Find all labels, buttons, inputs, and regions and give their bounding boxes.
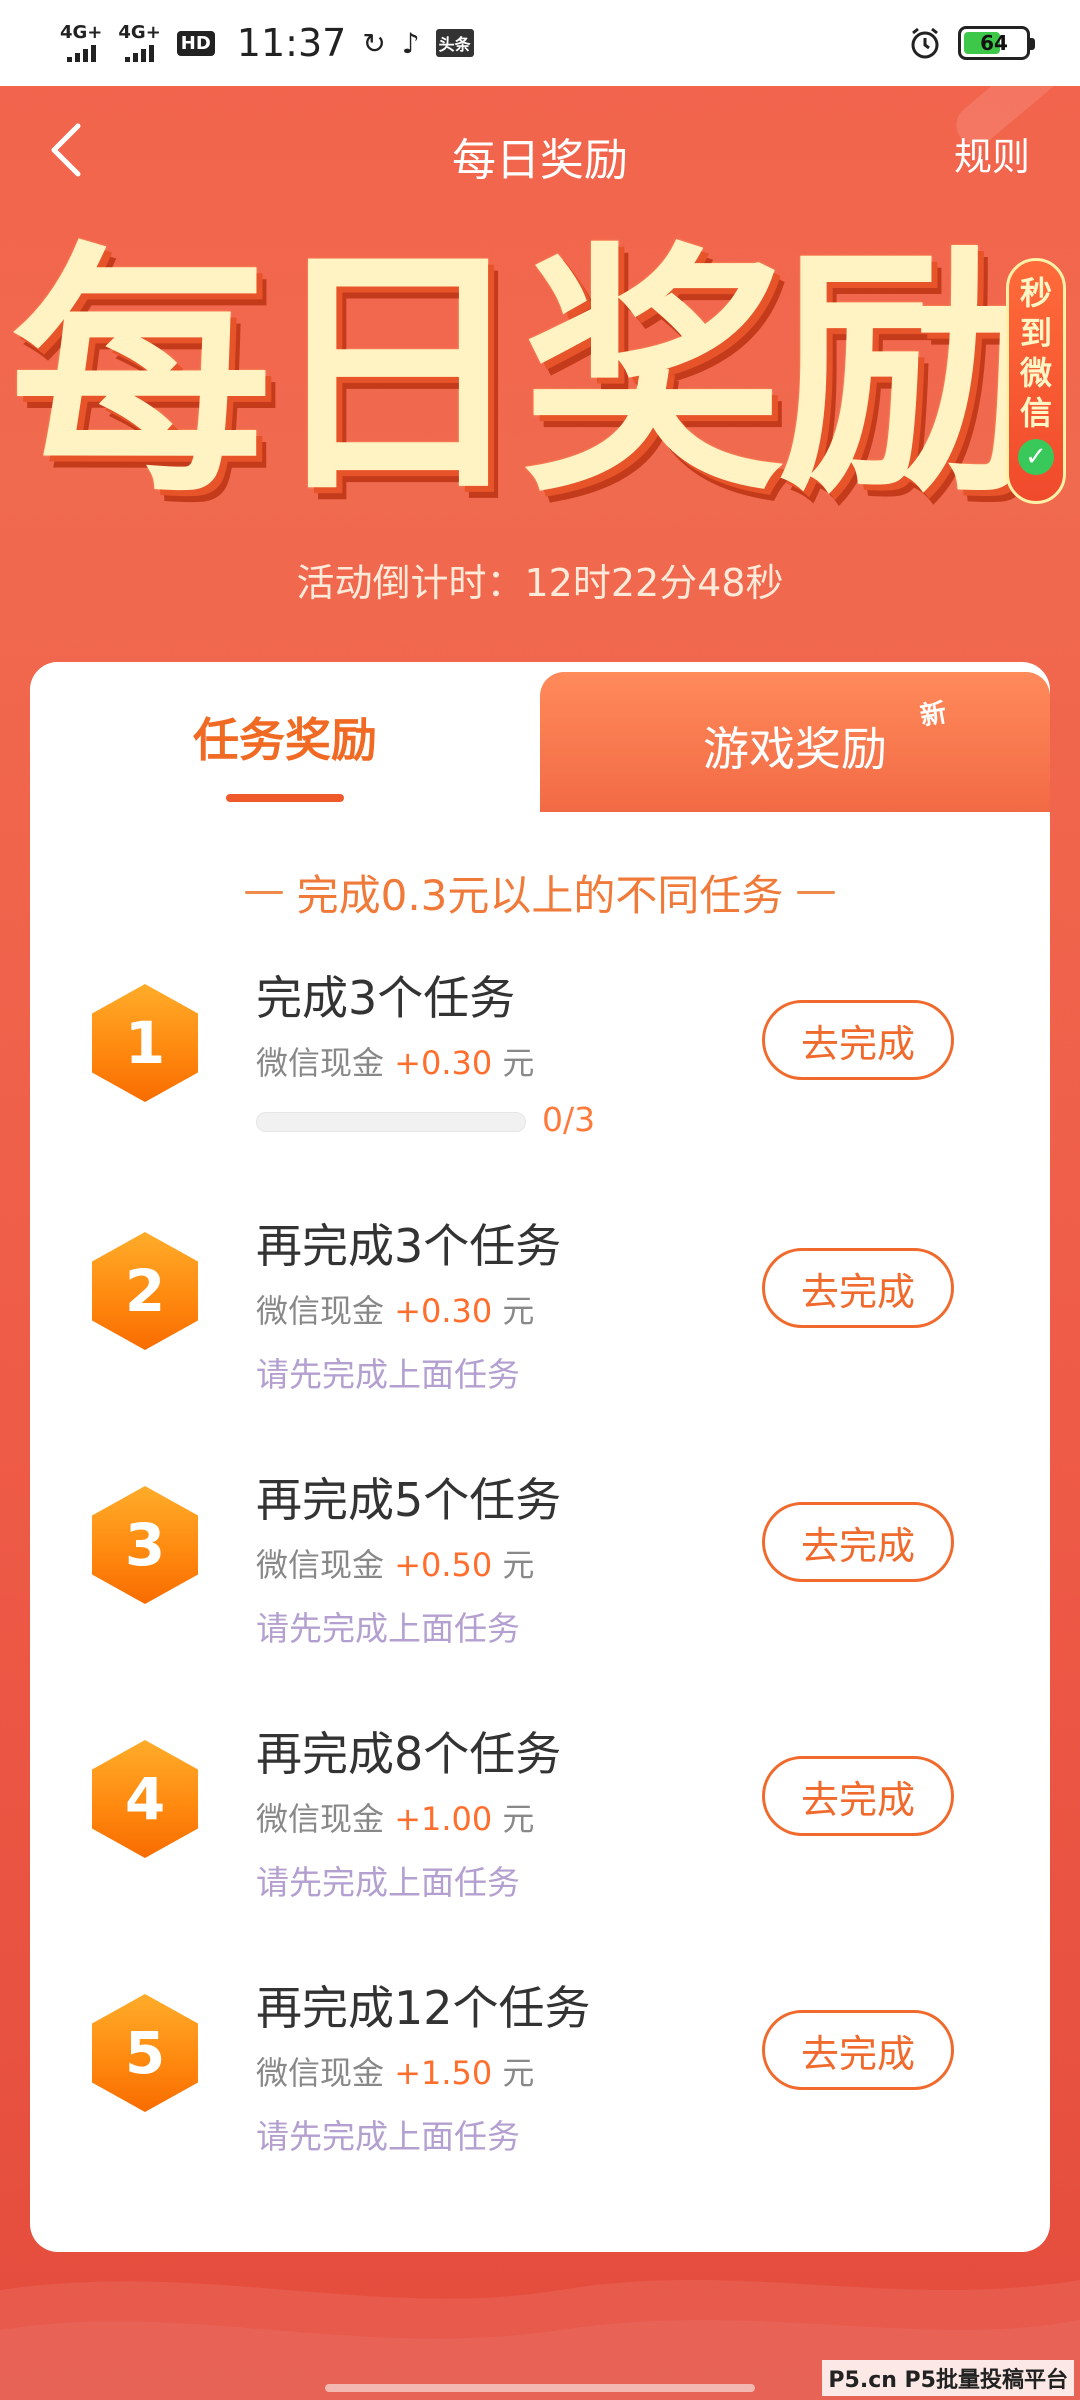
wechat-seal-badge: 秒 到 微 信 ✓ [1006, 258, 1066, 504]
task-reward: 微信现金 +0.30 元 [256, 1038, 534, 1084]
reward-label: 微信现金 [256, 1800, 385, 1838]
seal-char: 到 [1019, 314, 1052, 352]
new-badge: 新 [918, 697, 949, 732]
seal-char: 微 [1019, 354, 1052, 392]
subtitle-text: 完成0.3元以上的不同任务 [296, 871, 784, 920]
page-title: 每日奖励 [452, 135, 628, 186]
hexagon-number-icon: 1 [92, 984, 198, 1102]
task-title: 再完成5个任务 [256, 1473, 562, 1527]
divider [244, 891, 283, 894]
reward-label: 微信现金 [256, 2054, 385, 2092]
reward-amount: +0.50 [394, 1546, 493, 1584]
hexagon-number-icon: 3 [92, 1486, 198, 1604]
reward-amount: +1.00 [394, 1800, 493, 1838]
go-complete-button[interactable]: 去完成 [762, 1000, 954, 1080]
reward-label: 微信现金 [256, 1546, 385, 1584]
reward-unit: 元 [502, 1044, 535, 1082]
reward-card: 游戏奖励 新 任务奖励 完成0.3元以上的不同任务 1 完成3个任务 微信现金 … [30, 662, 1050, 2252]
go-complete-button[interactable]: 去完成 [762, 2010, 954, 2090]
task-title: 完成3个任务 [256, 971, 516, 1025]
task-reward: 微信现金 +0.30 元 [256, 1286, 534, 1332]
signal-2-icon: 4G+ [118, 22, 161, 62]
go-complete-button[interactable]: 去完成 [762, 1756, 954, 1836]
check-icon: ✓ [1018, 439, 1054, 475]
battery-icon: 64 [958, 26, 1035, 60]
seal-char: 秒 [1019, 274, 1052, 312]
task-number: 5 [124, 2019, 166, 2087]
task-item-5: 5 再完成12个任务 微信现金 +1.50 元 请先完成上面任务 去完成 [30, 1964, 1050, 2174]
task-hint: 请先完成上面任务 [256, 1609, 520, 1648]
task-reward: 微信现金 +1.00 元 [256, 1794, 534, 1840]
task-item-2: 2 再完成3个任务 微信现金 +0.30 元 请先完成上面任务 去完成 [30, 1202, 1050, 1412]
status-right: 64 [908, 26, 1035, 60]
sync-icon: ↻ [362, 26, 386, 60]
reward-unit: 元 [502, 1800, 535, 1838]
tab-task-rewards[interactable]: 任务奖励 [30, 662, 540, 812]
alarm-icon [911, 27, 939, 59]
task-reward: 微信现金 +1.50 元 [256, 2048, 534, 2094]
countdown-timer: 活动倒计时：12时22分48秒 [296, 561, 784, 605]
task-title: 再完成3个任务 [256, 1219, 562, 1273]
reward-label: 微信现金 [256, 1044, 385, 1082]
task-item-3: 3 再完成5个任务 微信现金 +0.50 元 请先完成上面任务 去完成 [30, 1456, 1050, 1666]
tiktok-icon: ♪ [401, 26, 420, 60]
tab-label: 游戏奖励 [703, 722, 887, 776]
task-number: 3 [124, 1511, 166, 1579]
toutiao-icon: 头条 [435, 29, 474, 57]
seal-char: 信 [1019, 394, 1052, 432]
reward-amount: +0.30 [394, 1292, 493, 1330]
task-item-1: 1 完成3个任务 微信现金 +0.30 元 0/3 去完成 [30, 954, 1050, 1164]
task-reward: 微信现金 +0.50 元 [256, 1540, 534, 1586]
tab-game-rewards[interactable]: 游戏奖励 新 [540, 672, 1050, 812]
home-indicator[interactable] [325, 2384, 755, 2392]
task-number: 2 [124, 1257, 166, 1325]
signal-1-icon: 4G+ [60, 24, 102, 62]
task-item-4: 4 再完成8个任务 微信现金 +1.00 元 请先完成上面任务 去完成 [30, 1710, 1050, 1920]
task-hint: 请先完成上面任务 [256, 1355, 520, 1394]
reward-unit: 元 [502, 2054, 535, 2092]
task-title: 再完成8个任务 [256, 1727, 562, 1781]
hexagon-number-icon: 2 [92, 1232, 198, 1350]
task-hint: 请先完成上面任务 [256, 2117, 520, 2156]
header: 每日奖励 规则 [0, 86, 1080, 216]
network-type-1: 4G+ [60, 22, 103, 43]
tab-label: 任务奖励 [193, 713, 377, 767]
clock: 11:37 [236, 21, 347, 65]
watermark: P5.cn P5批量投稿平台 [822, 2360, 1074, 2396]
active-tab-indicator [226, 794, 344, 802]
reward-unit: 元 [502, 1292, 535, 1330]
hd-badge: HD [176, 30, 215, 56]
task-title: 再完成12个任务 [256, 1981, 591, 2035]
go-complete-button[interactable]: 去完成 [762, 1248, 954, 1328]
hexagon-number-icon: 5 [92, 1994, 198, 2112]
status-left: 4G+ 4G+ HD 11:37 ↻ ♪ 头条 [60, 21, 474, 65]
network-type-2: 4G+ [118, 22, 161, 43]
go-complete-button[interactable]: 去完成 [762, 1502, 954, 1582]
divider [797, 891, 836, 894]
reward-unit: 元 [502, 1546, 535, 1584]
status-bar: 4G+ 4G+ HD 11:37 ↻ ♪ 头条 64 [0, 0, 1080, 86]
hero-title: 每日奖励 [10, 222, 1040, 527]
progress-text: 0/3 [542, 1100, 596, 1139]
progress-bar [256, 1112, 526, 1132]
hexagon-number-icon: 4 [92, 1740, 198, 1858]
reward-amount: +0.30 [394, 1044, 493, 1082]
reward-label: 微信现金 [256, 1292, 385, 1330]
battery-level: 64 [980, 31, 1008, 55]
task-number: 1 [124, 1009, 166, 1077]
section-subtitle: 完成0.3元以上的不同任务 [30, 862, 1050, 923]
reward-amount: +1.50 [394, 2054, 493, 2092]
task-number: 4 [124, 1765, 166, 1833]
task-hint: 请先完成上面任务 [256, 1863, 520, 1902]
